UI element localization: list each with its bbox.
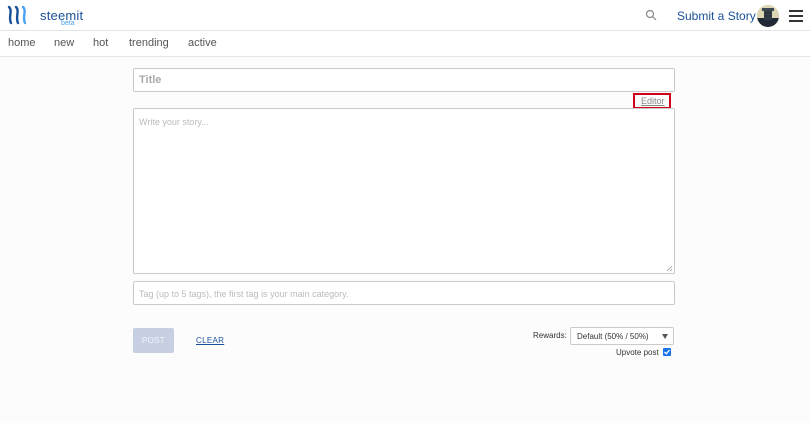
- nav-item-new[interactable]: new: [54, 37, 74, 49]
- nav-item-trending[interactable]: trending: [129, 37, 169, 49]
- story-body-textarea[interactable]: Write your story...: [133, 108, 675, 274]
- tags-input[interactable]: Tag (up to 5 tags), the first tag is you…: [133, 281, 675, 305]
- editor-toggle-link[interactable]: Editor: [633, 93, 671, 109]
- check-icon: [664, 349, 670, 355]
- upvote-label: Upvote post: [616, 348, 659, 357]
- tags-placeholder: Tag (up to 5 tags), the first tag is you…: [139, 289, 349, 299]
- beta-badge: beta: [61, 20, 75, 27]
- rewards-selected-value: Default (50% / 50%): [577, 332, 649, 341]
- title-input[interactable]: Title: [133, 68, 675, 92]
- avatar[interactable]: [757, 5, 779, 27]
- steemit-logo-icon[interactable]: [7, 5, 31, 25]
- nav-item-hot[interactable]: hot: [93, 37, 108, 49]
- chevron-down-icon: [662, 334, 668, 339]
- body-placeholder: Write your story...: [139, 117, 209, 127]
- category-nav: home new hot trending active: [0, 31, 810, 57]
- avatar-image: [757, 5, 779, 27]
- title-placeholder: Title: [139, 74, 162, 86]
- clear-button[interactable]: CLEAR: [196, 336, 224, 345]
- post-button[interactable]: POST: [133, 328, 174, 353]
- upvote-checkbox[interactable]: [663, 348, 671, 356]
- post-button-label: POST: [142, 336, 165, 345]
- resize-handle-icon[interactable]: [666, 265, 673, 272]
- rewards-select[interactable]: Default (50% / 50%): [570, 327, 674, 345]
- search-icon[interactable]: [645, 9, 657, 21]
- hamburger-menu-icon[interactable]: [789, 10, 803, 22]
- nav-item-active[interactable]: active: [188, 37, 217, 49]
- top-header: steemit beta Submit a Story: [0, 0, 810, 31]
- submit-story-link[interactable]: Submit a Story: [677, 9, 756, 23]
- nav-item-home[interactable]: home: [8, 37, 36, 49]
- editor-link-label: Editor: [641, 96, 665, 106]
- rewards-label: Rewards:: [533, 331, 567, 340]
